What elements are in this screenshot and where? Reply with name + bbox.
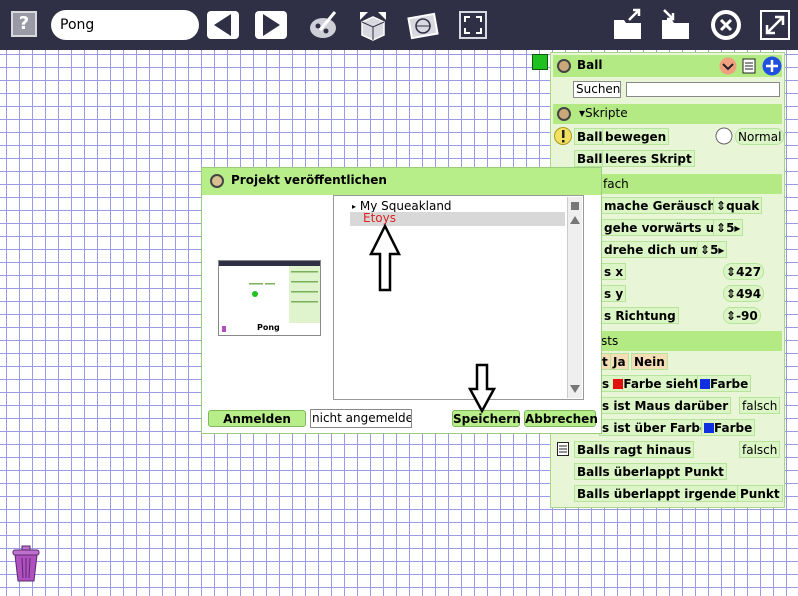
menu-halo-icon[interactable] — [557, 59, 571, 73]
cancel-button[interactable]: Abbrechen — [524, 410, 598, 427]
forward-button[interactable] — [254, 8, 288, 42]
tile-attr-x-value[interactable]: ⇕427 — [723, 263, 765, 280]
fullscreen-button[interactable] — [456, 8, 490, 42]
tile-attr-heading[interactable]: s Richtung — [601, 307, 679, 324]
tile-over-color[interactable]: s ist über Farbe — [599, 419, 712, 436]
tick-mode-selector[interactable]: Normal — [735, 128, 785, 145]
scroll-down-icon[interactable] — [568, 382, 582, 396]
dialog-titlebar[interactable]: Projekt veröffentlichen — [202, 168, 601, 195]
stop-icon — [712, 11, 740, 39]
login-status-field: nicht angemeldet — [310, 409, 412, 428]
main-toolbar: ? Pong — [0, 0, 798, 50]
arrow-down-icon — [467, 363, 497, 414]
tile-turn-value[interactable]: ⇕5▸ — [697, 241, 728, 258]
clock-icon[interactable] — [715, 127, 733, 145]
tile-overlaps-any[interactable]: Balls überlappt irgendein — [574, 485, 752, 502]
login-button[interactable]: Anmelden — [208, 410, 306, 427]
paint-icon — [310, 11, 337, 38]
language-button[interactable] — [406, 8, 440, 42]
load-project-button[interactable] — [611, 8, 645, 42]
chevron-down-icon[interactable] — [719, 57, 737, 75]
resize-button[interactable] — [758, 8, 792, 42]
scripts-header[interactable]: ▾Skripte — [553, 104, 782, 124]
back-button[interactable] — [206, 8, 240, 42]
viewer-flap-handle[interactable] — [532, 54, 548, 70]
script-tile-ball[interactable]: Ball — [574, 128, 606, 145]
search-label: Suchen — [573, 81, 621, 98]
add-icon[interactable] — [762, 56, 782, 76]
project-name-field[interactable]: Pong — [51, 10, 199, 40]
halo-icon — [557, 107, 571, 121]
tile-forward[interactable]: gehe vorwärts um — [601, 219, 730, 236]
viewer-title: Ball — [577, 58, 603, 72]
tile-make-sound[interactable]: mache Geräusch — [601, 197, 719, 214]
save-project-button[interactable] — [659, 8, 693, 42]
tile-mouse-over[interactable]: s ist Maus darüber — [599, 397, 732, 414]
thumbnail-caption: Pong — [257, 323, 280, 332]
tile-overlaps[interactable]: Balls überlappt Punkt — [574, 463, 727, 480]
tile-overlaps-any-target[interactable]: Punkt — [737, 485, 783, 502]
dialog-halo-icon[interactable] — [210, 174, 224, 188]
scroll-up-icon[interactable] — [568, 213, 582, 227]
tile-sticks-out[interactable]: Balls ragt hinaus — [574, 441, 695, 458]
color-swatch-red[interactable] — [613, 379, 624, 389]
arrow-up-icon — [368, 223, 402, 292]
tile-attr-y-value[interactable]: ⇕494 — [723, 285, 765, 302]
alert-icon — [554, 127, 572, 145]
tile-yes[interactable]: Ja — [610, 353, 629, 370]
script-tile-ball-2[interactable]: Ball — [574, 150, 606, 167]
triangle-right-icon: ▸ — [352, 202, 357, 211]
tile-sound-value[interactable]: ⇕quak — [713, 197, 763, 214]
menu-icon[interactable] — [557, 442, 569, 456]
color-swatch-blue[interactable] — [700, 379, 710, 389]
script-tile-move[interactable]: bewegen — [602, 128, 670, 145]
publish-project-dialog: Projekt veröffentlichen Pong ▸ My Squeak… — [201, 167, 602, 434]
tile-forward-value[interactable]: ⇕5▸ — [713, 219, 744, 236]
supplies-button[interactable] — [356, 8, 390, 42]
fullscreen-icon — [459, 11, 487, 39]
help-icon: ? — [18, 13, 30, 34]
save-project-icon — [662, 9, 689, 39]
supplies-icon — [360, 12, 386, 41]
trash-icon[interactable] — [11, 545, 41, 583]
viewer-header: Ball — [553, 55, 782, 77]
scroll-top-icon[interactable] — [568, 199, 582, 213]
tile-attr-x[interactable]: s x — [601, 263, 627, 280]
tile-attr-y[interactable]: s y — [601, 285, 627, 302]
tile-color-sees[interactable]: s Farbe sieht — [599, 375, 703, 392]
list-scrollbar[interactable] — [567, 197, 582, 398]
tile-sticks-out-value: falsch — [739, 441, 781, 458]
forward-icon — [255, 11, 287, 39]
resize-icon — [760, 10, 790, 40]
tile-color-sees-target[interactable]: Farbe — [697, 375, 752, 392]
search-input[interactable] — [626, 82, 780, 97]
help-button[interactable]: ? — [11, 11, 37, 37]
tile-mouse-over-value: falsch — [739, 397, 781, 414]
back-icon — [207, 11, 239, 39]
paint-button[interactable] — [306, 8, 340, 42]
project-thumbnail: Pong — [218, 260, 321, 336]
tile-turn[interactable]: drehe dich um — [601, 241, 705, 258]
tile-over-color-target[interactable]: Farbe — [701, 419, 756, 436]
color-swatch-blue-2[interactable] — [704, 423, 714, 433]
tile-no[interactable]: Nein — [631, 353, 668, 370]
language-icon — [407, 12, 439, 40]
stop-button[interactable] — [711, 10, 741, 40]
dialog-title: Projekt veröffentlichen — [231, 173, 387, 187]
scripts-header-label: ▾Skripte — [579, 106, 628, 120]
tile-attr-heading-value[interactable]: ⇕-90 — [723, 307, 761, 324]
load-project-icon — [614, 8, 641, 39]
list-icon[interactable] — [742, 58, 756, 74]
script-tile-empty[interactable]: leeres Skript — [602, 150, 695, 167]
